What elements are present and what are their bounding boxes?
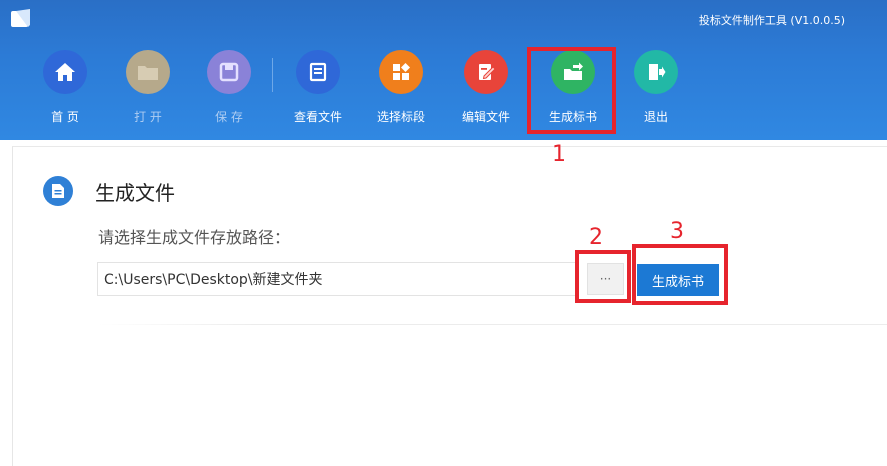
- toolbar-home-label: 首 页: [51, 110, 79, 124]
- annotation-box-2: [575, 250, 631, 303]
- toolbar-open-label: 打 开: [134, 110, 162, 124]
- output-path-input[interactable]: C:\Users\PC\Desktop\新建文件夹: [97, 262, 577, 296]
- section-divider: [98, 324, 887, 325]
- app-title: 投标文件制作工具 (V1.0.0.5): [698, 14, 845, 27]
- annotation-number-2: 2: [589, 225, 603, 250]
- exit-icon: [634, 50, 678, 94]
- toolbar-header: 投标文件制作工具 (V1.0.0.5) 首 页 打 开 保 存 查看文件 选择标…: [0, 0, 887, 140]
- file-section-icon: [43, 176, 73, 206]
- grid-icon: [379, 50, 423, 94]
- home-icon: [43, 50, 87, 94]
- toolbar-view-file-button[interactable]: 查看文件: [282, 50, 354, 130]
- app-logo-icon: [10, 9, 32, 29]
- toolbar-home-button[interactable]: 首 页: [29, 50, 101, 130]
- annotation-number-1: 1: [552, 142, 566, 167]
- toolbar-select-section-button[interactable]: 选择标段: [365, 50, 437, 130]
- section-title: 生成文件: [95, 181, 175, 205]
- toolbar-view-file-label: 查看文件: [293, 110, 342, 124]
- toolbar-open-button[interactable]: 打 开: [112, 50, 184, 130]
- toolbar-save-label: 保 存: [215, 110, 243, 124]
- toolbar-edit-file-label: 编辑文件: [461, 110, 510, 124]
- toolbar-save-button[interactable]: 保 存: [193, 50, 265, 130]
- annotation-box-1: [527, 47, 616, 134]
- output-path-value: C:\Users\PC\Desktop\新建文件夹: [104, 272, 323, 288]
- toolbar-select-section-label: 选择标段: [376, 110, 425, 124]
- toolbar-separator: [272, 58, 273, 92]
- save-icon: [207, 50, 251, 94]
- toolbar-exit-label: 退出: [643, 110, 668, 124]
- folder-icon: [126, 50, 170, 94]
- document-icon: [296, 50, 340, 94]
- edit-icon: [464, 50, 508, 94]
- toolbar-edit-file-button[interactable]: 编辑文件: [450, 50, 522, 130]
- annotation-box-3: [632, 244, 728, 305]
- toolbar-exit-button[interactable]: 退出: [620, 50, 692, 130]
- path-prompt: 请选择生成文件存放路径：: [98, 228, 291, 247]
- annotation-number-3: 3: [670, 219, 684, 244]
